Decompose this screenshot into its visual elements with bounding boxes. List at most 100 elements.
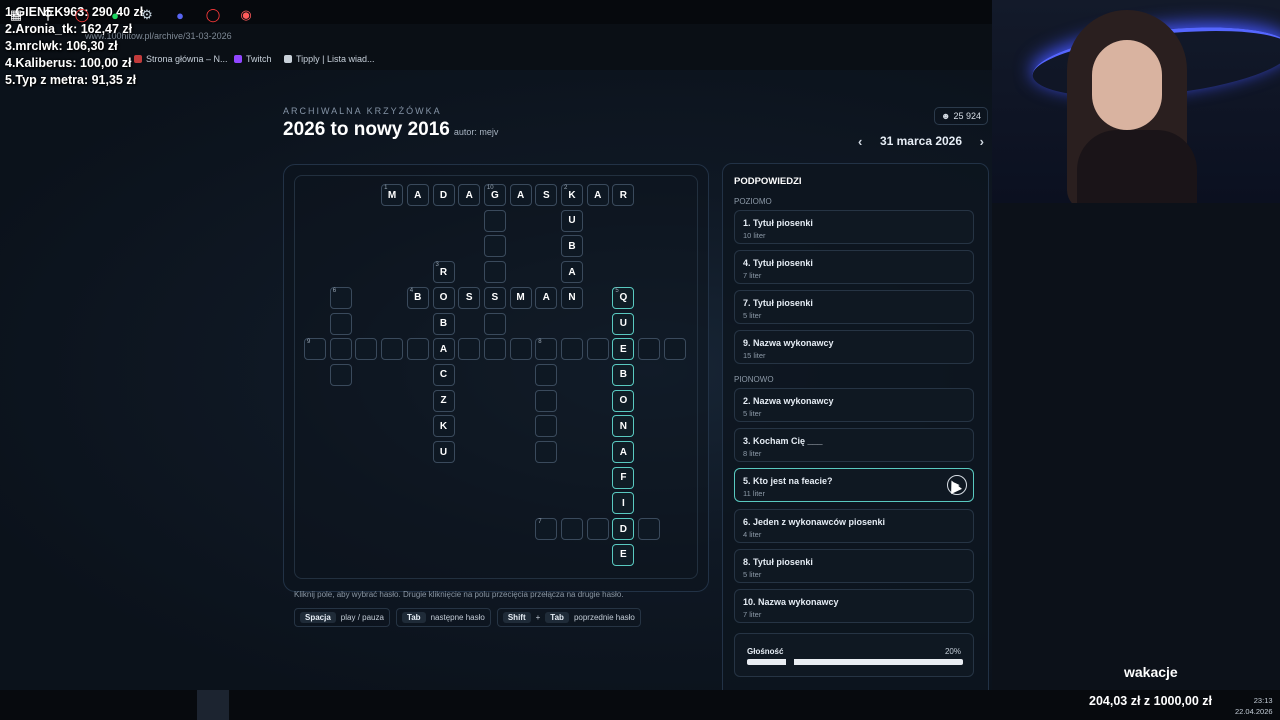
crossword-cell[interactable]: 8 [535, 338, 558, 361]
crossword-cell[interactable] [535, 389, 558, 412]
cell-letter: D [619, 523, 627, 535]
clue-item[interactable]: 10. Nazwa wykonawcy 7 liter [734, 589, 974, 623]
bookmark-tipply[interactable]: Tipply | Lista wiad... [284, 54, 375, 64]
crossword-cell[interactable]: 4B [406, 286, 429, 309]
clue-item[interactable]: 2. Nazwa wykonawcy 5 liter [734, 388, 974, 422]
crossword-cell[interactable]: A [535, 286, 558, 309]
clue-item[interactable]: 3. Kocham Cię ___ 8 liter [734, 428, 974, 463]
clue-item[interactable]: 1. Tytuł piosenki 10 liter [734, 210, 974, 244]
crossword-cell[interactable] [483, 235, 506, 258]
search-icon[interactable]: ⚲ [40, 7, 56, 23]
crossword-cell[interactable]: C [432, 363, 455, 386]
crossword-cell[interactable]: Z [432, 389, 455, 412]
crossword-cell[interactable] [509, 338, 532, 361]
tipply-icon [284, 55, 292, 63]
bookmark-twitch[interactable]: Twitch [234, 54, 272, 64]
crossword-cell[interactable]: A [406, 184, 429, 206]
crossword-cell[interactable] [586, 518, 609, 541]
crossword-cell[interactable]: 9 [304, 338, 326, 361]
cell-letter: R [619, 189, 627, 201]
crossword-cell[interactable] [535, 363, 558, 386]
crossword-cell[interactable]: S [535, 184, 558, 206]
crossword-cell[interactable]: S [458, 286, 481, 309]
crossword-cell[interactable] [483, 261, 506, 284]
crossword-cell[interactable]: A [458, 184, 481, 206]
crossword-cell[interactable]: M [509, 286, 532, 309]
crossword-cell[interactable]: F [612, 466, 635, 489]
clue-item[interactable]: 9. Nazwa wykonawcy 15 liter [734, 330, 974, 364]
crossword-cell[interactable]: N [612, 415, 635, 438]
crossword-cell[interactable] [406, 338, 429, 361]
crossword-cell[interactable]: O [432, 286, 455, 309]
crossword-cell[interactable]: D [432, 184, 455, 206]
crossword-cell[interactable]: 2K [561, 184, 583, 206]
crossword-cell[interactable]: B [612, 363, 635, 386]
crossword-cell[interactable] [329, 312, 352, 335]
crossword-cell[interactable]: A [586, 184, 609, 206]
clue-item[interactable]: 5. Kto jest na feacie? 11 liter ▶ [734, 468, 974, 503]
clue-item[interactable]: 6. Jeden z wykonawców piosenki 4 liter [734, 508, 974, 543]
next-date-button[interactable]: › [980, 134, 984, 149]
donor-entry: 5.Typ z metra: 91,35 zł [5, 73, 137, 87]
crossword-cell[interactable]: N [561, 286, 583, 309]
crossword-cell[interactable]: R [612, 184, 635, 206]
crossword-cell[interactable]: S [483, 286, 506, 309]
crossword-cell[interactable] [561, 518, 583, 541]
opera-icon[interactable]: ◯ [205, 7, 221, 23]
crossword-cell[interactable]: U [612, 312, 635, 335]
opera-gx-icon[interactable]: ◯ [74, 7, 90, 23]
address-bar[interactable]: www.100hitow.pl/archive/31-03-2026 [0, 24, 992, 48]
crossword-cell[interactable] [329, 363, 352, 386]
crossword-cell[interactable] [483, 312, 506, 335]
crossword-cell[interactable]: A [432, 338, 455, 361]
windows-start-icon[interactable]: ▦ [8, 7, 24, 23]
crossword-cell[interactable]: A [509, 184, 532, 206]
crossword-cell[interactable]: O [612, 389, 635, 412]
crossword-cell[interactable] [535, 441, 558, 463]
volume-slider[interactable] [747, 659, 963, 665]
crossword-cell[interactable]: B [561, 235, 583, 258]
crossword-cell[interactable] [458, 338, 481, 361]
clue-item[interactable]: 8. Tytuł piosenki 5 liter [734, 548, 974, 583]
prev-date-button[interactable]: ‹ [858, 134, 862, 149]
clues-title: PODPOWIEDZI [734, 176, 802, 187]
crossword-cell[interactable]: 6 [329, 286, 352, 309]
crossword-cell[interactable] [381, 338, 404, 361]
crossword-cell[interactable]: K [432, 415, 455, 438]
crossword-cell[interactable]: 3R [432, 261, 455, 284]
crossword-cell[interactable] [355, 338, 378, 361]
crossword-cell[interactable] [329, 338, 352, 361]
volume-control[interactable]: Głośność 20% [734, 633, 974, 677]
steam-icon[interactable]: ⚙ [139, 7, 155, 23]
discord-icon[interactable]: ● [172, 7, 188, 23]
crossword-cell[interactable] [483, 209, 506, 232]
crossword-cell[interactable]: A [612, 441, 635, 463]
volume-slider-handle[interactable] [786, 659, 795, 665]
crossword-cell[interactable]: D [612, 518, 635, 541]
crossword-cell[interactable] [483, 338, 506, 361]
crossword-cell[interactable] [586, 338, 609, 361]
crossword-cell[interactable] [638, 338, 661, 361]
crossword-cell[interactable] [535, 415, 558, 438]
spotify-icon[interactable]: ● [107, 7, 123, 23]
crossword-cell[interactable]: U [432, 441, 455, 463]
crossword-cell[interactable]: B [432, 312, 455, 335]
clue-item[interactable]: 7. Tytuł piosenki 5 liter [734, 290, 974, 324]
bookmark-home[interactable]: Strona główna – N... [134, 54, 228, 64]
obs-icon[interactable]: ◉ [238, 7, 254, 23]
crossword-cell[interactable] [663, 338, 686, 361]
crossword-cell[interactable]: 1M [381, 184, 404, 206]
crossword-cell[interactable]: 5Q [612, 286, 635, 309]
clue-item[interactable]: 4. Tytuł piosenki 7 liter [734, 250, 974, 284]
crossword-cell[interactable]: 10 G [483, 184, 506, 206]
cell-letter: F [620, 472, 627, 484]
crossword-cell[interactable]: U [561, 209, 583, 232]
crossword-cell[interactable]: A [561, 261, 583, 284]
crossword-cell[interactable] [561, 338, 583, 361]
clock-date: 22.04.2026 [1235, 707, 1273, 716]
crossword-cell[interactable]: E [612, 338, 635, 361]
crossword-cell[interactable]: E [612, 543, 635, 566]
crossword-cell[interactable]: I [612, 492, 635, 515]
crossword-cell[interactable]: 7 [535, 518, 558, 541]
crossword-cell[interactable] [638, 518, 661, 541]
